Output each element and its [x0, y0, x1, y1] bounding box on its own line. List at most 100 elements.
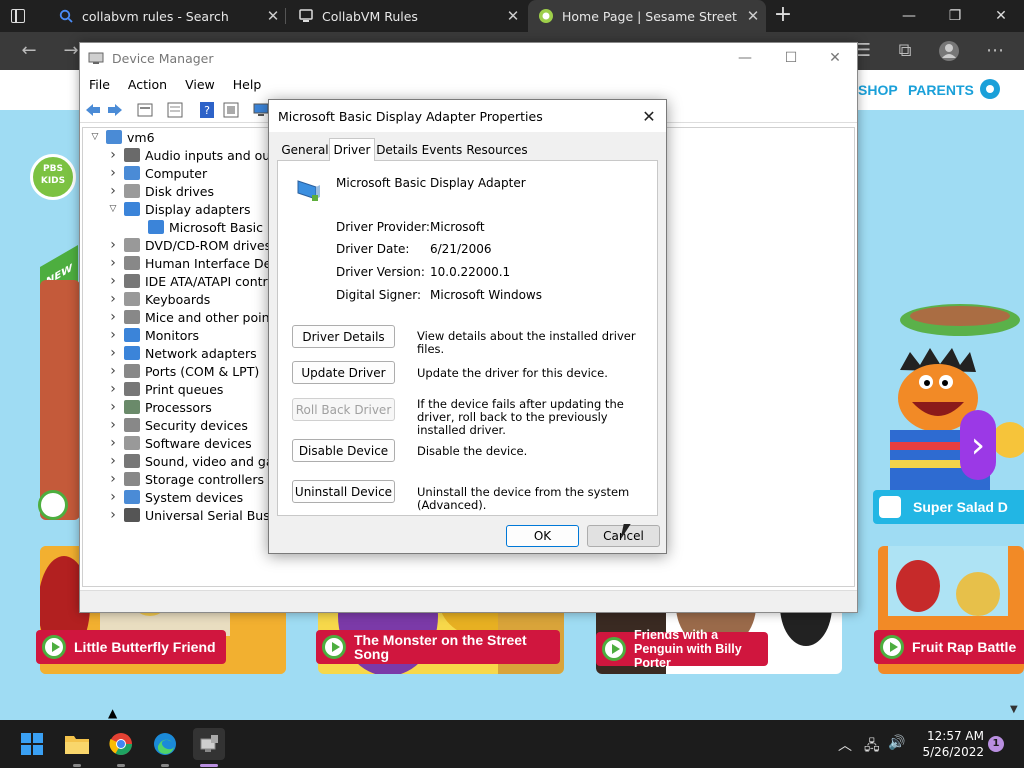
tree-category-item[interactable]: ▽ Display adapters: [105, 200, 251, 218]
tree-category-item[interactable]: › Sound, video and game: [105, 452, 293, 470]
system-clock[interactable]: 12:57 AM 5/26/2022: [912, 728, 984, 760]
update-driver-button[interactable]: Update Driver: [292, 361, 395, 384]
minimize-icon[interactable]: —: [886, 0, 932, 32]
show-hidden-icons-icon[interactable]: ︿: [838, 735, 852, 755]
chevron-right-icon[interactable]: ›: [105, 507, 121, 523]
tree-category-item[interactable]: › DVD/CD-ROM drives: [105, 236, 271, 254]
chevron-right-icon[interactable]: ›: [105, 489, 121, 505]
uninstall-device-button[interactable]: Uninstall Device: [292, 480, 395, 503]
menu-help[interactable]: Help: [224, 77, 271, 92]
help-icon[interactable]: ?: [198, 101, 216, 119]
properties-icon[interactable]: [136, 101, 154, 119]
close-window-icon[interactable]: ✕: [812, 43, 858, 73]
tree-category-item[interactable]: › Mice and other pointing: [105, 308, 294, 326]
chrome-icon[interactable]: [105, 728, 137, 760]
chevron-right-icon[interactable]: ›: [105, 255, 121, 271]
maximize-icon[interactable]: ☐: [768, 43, 814, 73]
tree-root[interactable]: ▽ vm6: [87, 128, 155, 146]
tab-events[interactable]: Events: [419, 140, 465, 160]
menu-view[interactable]: View: [176, 77, 224, 92]
browser-tab-collabvm[interactable]: CollabVM Rules ✕: [288, 0, 526, 32]
minimize-icon[interactable]: —: [722, 43, 768, 73]
tree-category-item[interactable]: › Security devices: [105, 416, 248, 434]
featured-label-super-salad[interactable]: Super Salad D: [873, 490, 1024, 524]
tree-category-item[interactable]: › Ports (COM & LPT): [105, 362, 259, 380]
view-icon[interactable]: [166, 101, 184, 119]
chevron-down-icon[interactable]: ▽: [105, 204, 121, 214]
tree-category-item[interactable]: › IDE ATA/ATAPI controlle: [105, 272, 290, 290]
back-icon[interactable]: ←: [18, 40, 40, 62]
disable-device-button[interactable]: Disable Device: [292, 439, 395, 462]
featured-card-ernie[interactable]: [870, 290, 1024, 490]
roll-back-driver-button[interactable]: Roll Back Driver: [292, 398, 395, 421]
tab-actions-icon[interactable]: [8, 6, 28, 26]
chevron-right-icon[interactable]: ›: [105, 327, 121, 343]
menu-file[interactable]: File: [80, 77, 119, 92]
tree-category-item[interactable]: › Audio inputs and outpu: [105, 146, 291, 164]
chevron-right-icon[interactable]: ›: [105, 435, 121, 451]
settings-gear-icon[interactable]: [980, 79, 1000, 99]
chevron-right-icon[interactable]: ›: [105, 345, 121, 361]
chevron-right-icon[interactable]: ›: [105, 363, 121, 379]
tree-category-item[interactable]: › Monitors: [105, 326, 199, 344]
pbs-kids-logo[interactable]: PBS KIDS: [30, 154, 76, 200]
network-icon[interactable]: 🖧: [864, 735, 880, 759]
video-card-label[interactable]: Friends with a Penguin with Billy Porter: [596, 628, 768, 670]
carousel-next-icon[interactable]: ›: [960, 410, 996, 480]
chevron-right-icon[interactable]: ›: [105, 453, 121, 469]
close-tab-icon[interactable]: ✕: [260, 7, 286, 25]
video-card-label[interactable]: The Monster on the Street Song: [316, 630, 560, 664]
back-arrow-icon[interactable]: [84, 101, 102, 119]
tree-category-item[interactable]: › Network adapters: [105, 344, 256, 362]
chevron-right-icon[interactable]: ›: [105, 417, 121, 433]
ok-button[interactable]: OK: [506, 525, 579, 547]
chevron-right-icon[interactable]: ›: [105, 381, 121, 397]
tab-resources[interactable]: Resources: [465, 140, 529, 160]
tree-category-item[interactable]: › Disk drives: [105, 182, 214, 200]
menu-action[interactable]: Action: [119, 77, 176, 92]
tab-general[interactable]: General: [281, 140, 329, 160]
scan-hardware-icon[interactable]: [222, 101, 240, 119]
chevron-right-icon[interactable]: ›: [105, 183, 121, 199]
video-card-label[interactable]: Little Butterfly Friend: [36, 630, 226, 664]
tab-driver[interactable]: Driver: [329, 138, 375, 161]
collections-icon[interactable]: ⧉: [894, 40, 916, 62]
close-icon[interactable]: ✕: [632, 100, 666, 132]
chevron-right-icon[interactable]: ›: [105, 291, 121, 307]
featured-card-left[interactable]: [40, 280, 80, 520]
scroll-up-icon[interactable]: ▲: [108, 706, 117, 720]
volume-icon[interactable]: 🔊: [888, 735, 905, 751]
dialog-titlebar[interactable]: Microsoft Basic Display Adapter Properti…: [269, 100, 666, 132]
start-icon[interactable]: [16, 728, 48, 760]
chevron-down-icon[interactable]: ▽: [87, 132, 103, 142]
tree-category-item[interactable]: › System devices: [105, 488, 243, 506]
video-card-label[interactable]: Fruit Rap Battle: [874, 630, 1024, 664]
driver-details-button[interactable]: Driver Details: [292, 325, 395, 348]
notification-badge[interactable]: 1: [988, 736, 1004, 752]
chevron-right-icon[interactable]: ›: [105, 309, 121, 325]
tree-category-item[interactable]: › Software devices: [105, 434, 251, 452]
tab-details[interactable]: Details: [375, 140, 419, 160]
chevron-right-icon[interactable]: ›: [105, 165, 121, 181]
close-tab-icon[interactable]: ✕: [740, 7, 766, 25]
edge-icon[interactable]: [149, 728, 181, 760]
chevron-right-icon[interactable]: ›: [105, 147, 121, 163]
forward-arrow-icon[interactable]: [106, 101, 124, 119]
device-manager-icon[interactable]: [193, 728, 225, 760]
tree-category-item[interactable]: › Print queues: [105, 380, 223, 398]
play-icon[interactable]: [38, 490, 68, 520]
chevron-right-icon[interactable]: ›: [105, 399, 121, 415]
browser-tab-sesame-street[interactable]: Home Page | Sesame Street | PBS ✕: [528, 0, 766, 32]
chevron-right-icon[interactable]: ›: [105, 237, 121, 253]
chevron-right-icon[interactable]: ›: [105, 273, 121, 289]
tree-category-item[interactable]: › Keyboards: [105, 290, 210, 308]
browser-tab-search[interactable]: collabvm rules - Search ✕: [48, 0, 286, 32]
nav-shop-link[interactable]: SHOP: [858, 82, 898, 98]
nav-parents-link[interactable]: PARENTS: [908, 82, 974, 98]
tree-category-item[interactable]: › Storage controllers: [105, 470, 264, 488]
chevron-right-icon[interactable]: ›: [105, 471, 121, 487]
scroll-down-icon[interactable]: ▼: [1010, 704, 1018, 715]
tree-category-item[interactable]: › Computer: [105, 164, 207, 182]
close-tab-icon[interactable]: ✕: [500, 7, 526, 25]
file-explorer-icon[interactable]: [61, 728, 93, 760]
